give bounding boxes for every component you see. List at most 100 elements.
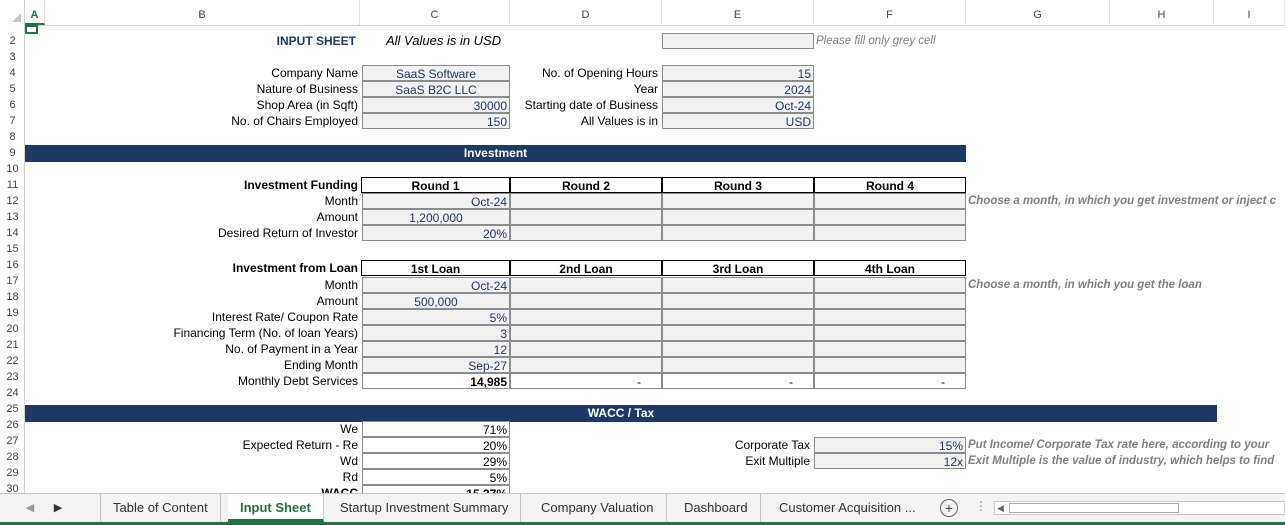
start-date-input[interactable]: Oct-24 <box>662 97 814 113</box>
scrollbar-thumb[interactable] <box>1009 503 1179 513</box>
corporate-tax-input[interactable]: 15% <box>814 437 966 453</box>
payments-per-year-1[interactable]: 12 <box>362 341 510 357</box>
column-header-h[interactable]: H <box>1110 0 1214 25</box>
exit-multiple-input[interactable]: 12x <box>814 453 966 469</box>
tab-customer-acquisition[interactable]: Customer Acquisition ... <box>767 494 928 522</box>
desired-return-r4[interactable] <box>814 225 966 241</box>
row-header[interactable]: 25 <box>0 401 25 417</box>
column-header-a[interactable]: A <box>25 0 45 25</box>
row-header[interactable]: 12 <box>0 193 25 209</box>
financing-term-1[interactable]: 3 <box>362 325 510 341</box>
hours-input[interactable]: 15 <box>662 65 814 81</box>
interest-rate-2[interactable] <box>510 309 662 325</box>
row-header[interactable]: 2 <box>0 33 25 49</box>
split-handle-icon[interactable]: ⋮ <box>975 499 987 513</box>
row-header[interactable]: 19 <box>0 305 25 321</box>
financing-term-3[interactable] <box>662 325 814 341</box>
row-header[interactable]: 24 <box>0 385 25 401</box>
row-header[interactable]: 4 <box>0 65 25 81</box>
loan-amount-1[interactable]: 500,000 <box>362 293 510 309</box>
column-header-i[interactable]: I <box>1214 0 1285 25</box>
financing-term-4[interactable] <box>814 325 966 341</box>
column-header-d[interactable]: D <box>510 0 662 25</box>
row-header[interactable]: 30 <box>0 481 25 493</box>
investment-month-r2[interactable] <box>510 193 662 209</box>
desired-return-r1[interactable]: 20% <box>362 225 510 241</box>
ending-month-2[interactable] <box>510 357 662 373</box>
tab-dashboard[interactable]: Dashboard <box>672 494 761 522</box>
tab-input-sheet[interactable]: Input Sheet <box>228 494 324 522</box>
row-header[interactable]: 8 <box>0 129 25 145</box>
row-header[interactable]: 23 <box>0 369 25 385</box>
row-header[interactable]: 20 <box>0 321 25 337</box>
company-name-input[interactable]: SaaS Software <box>362 65 510 81</box>
row-header[interactable]: 5 <box>0 81 25 97</box>
interest-rate-3[interactable] <box>662 309 814 325</box>
row-header[interactable]: 21 <box>0 337 25 353</box>
loan-amount-4[interactable] <box>814 293 966 309</box>
loan-amount-3[interactable] <box>662 293 814 309</box>
investment-amount-r1[interactable]: 1,200,000 <box>362 209 510 225</box>
row-header[interactable]: 28 <box>0 449 25 465</box>
investment-month-r1[interactable]: Oct-24 <box>362 193 510 209</box>
scroll-tabs-right-icon[interactable]: ▶ <box>50 500 66 516</box>
column-header-e[interactable]: E <box>662 0 814 25</box>
year-input[interactable]: 2024 <box>662 81 814 97</box>
tab-startup-investment-summary[interactable]: Startup Investment Summary <box>328 494 522 522</box>
payments-per-year-3[interactable] <box>662 341 814 357</box>
column-header-g[interactable]: G <box>966 0 1110 25</box>
loan-month-1[interactable]: Oct-24 <box>362 277 510 293</box>
horizontal-scrollbar[interactable]: ◀ <box>994 501 1285 515</box>
column-header-b[interactable]: B <box>45 0 360 25</box>
chairs-input[interactable]: 150 <box>362 113 510 129</box>
row-header[interactable]: 3 <box>0 49 25 65</box>
loan-month-3[interactable] <box>662 277 814 293</box>
loan-month-2[interactable] <box>510 277 662 293</box>
units-input[interactable]: USD <box>662 113 814 129</box>
row-header[interactable]: 27 <box>0 433 25 449</box>
ending-month-1[interactable]: Sep-27 <box>362 357 510 373</box>
payments-per-year-4[interactable] <box>814 341 966 357</box>
financing-term-2[interactable] <box>510 325 662 341</box>
re-value: 20% <box>362 437 510 453</box>
investment-amount-r3[interactable] <box>662 209 814 225</box>
investment-band: Investment <box>25 145 966 162</box>
desired-return-r3[interactable] <box>662 225 814 241</box>
loan-amount-2[interactable] <box>510 293 662 309</box>
add-sheet-icon[interactable]: + <box>940 499 958 517</box>
tab-table-of-content[interactable]: Table of Content <box>100 494 221 522</box>
row-header[interactable]: 6 <box>0 97 25 113</box>
ending-month-4[interactable] <box>814 357 966 373</box>
row-header[interactable]: 9 <box>0 145 25 161</box>
loan-month-4[interactable] <box>814 277 966 293</box>
row-header[interactable]: 11 <box>0 177 25 193</box>
row-header[interactable]: 10 <box>0 161 25 177</box>
investment-amount-r4[interactable] <box>814 209 966 225</box>
interest-rate-4[interactable] <box>814 309 966 325</box>
column-header-c[interactable]: C <box>360 0 510 25</box>
row-header[interactable]: 13 <box>0 209 25 225</box>
tab-company-valuation[interactable]: Company Valuation <box>529 494 667 522</box>
row-header[interactable]: 26 <box>0 417 25 433</box>
row-header[interactable]: 7 <box>0 113 25 129</box>
scroll-left-arrow-icon[interactable]: ◀ <box>997 503 1004 514</box>
row-header[interactable]: 29 <box>0 465 25 481</box>
row-header[interactable]: 18 <box>0 289 25 305</box>
row-header[interactable]: 22 <box>0 353 25 369</box>
investment-month-r3[interactable] <box>662 193 814 209</box>
desired-return-r2[interactable] <box>510 225 662 241</box>
interest-rate-1[interactable]: 5% <box>362 309 510 325</box>
row-header[interactable]: 14 <box>0 225 25 241</box>
investment-amount-r2[interactable] <box>510 209 662 225</box>
select-all-corner[interactable] <box>0 0 25 25</box>
column-header-f[interactable]: F <box>814 0 966 25</box>
ending-month-3[interactable] <box>662 357 814 373</box>
area-input[interactable]: 30000 <box>362 97 510 113</box>
row-header[interactable]: 17 <box>0 273 25 289</box>
payments-per-year-2[interactable] <box>510 341 662 357</box>
scroll-tabs-left-icon[interactable]: ◀ <box>22 500 38 516</box>
row-header[interactable]: 16 <box>0 257 25 273</box>
nature-input[interactable]: SaaS B2C LLC <box>362 81 510 97</box>
row-header[interactable]: 15 <box>0 241 25 257</box>
investment-month-r4[interactable] <box>814 193 966 209</box>
